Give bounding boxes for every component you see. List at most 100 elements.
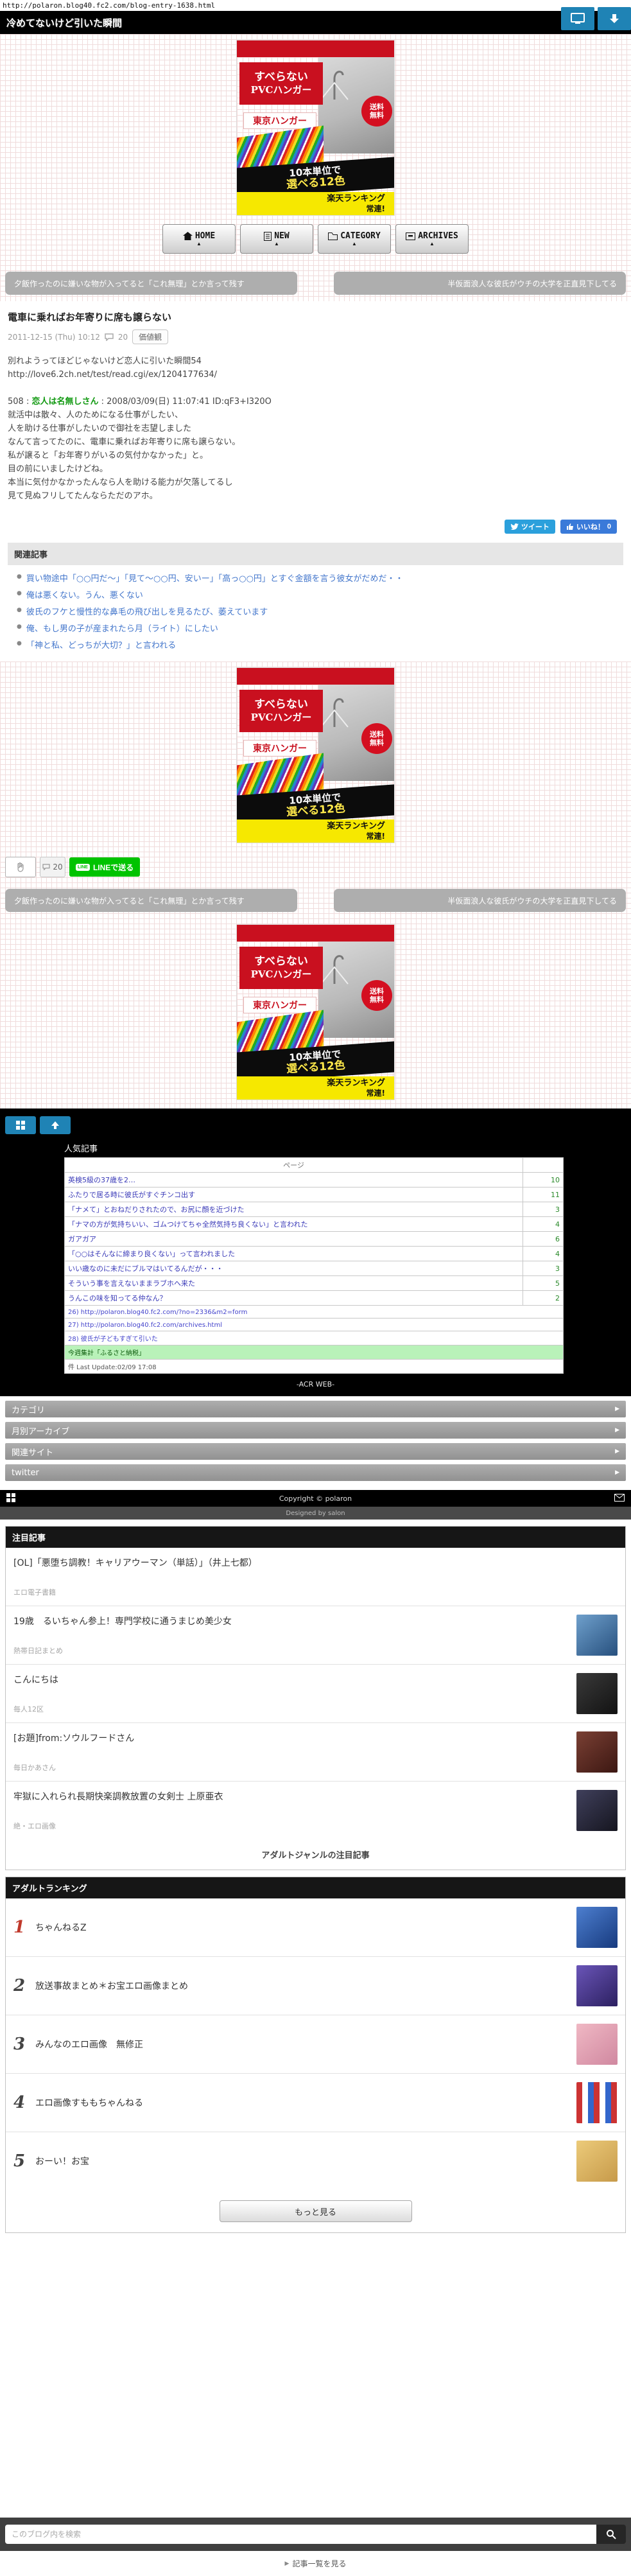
featured-item[interactable]: [お題]from:ソウルフードさん 毎日かあさん [6, 1723, 625, 1782]
related-link[interactable]: 彼氏のフケと慢性的な鼻毛の飛び出しを見るたび、萎えています [26, 605, 268, 617]
accordion-monthly-archive[interactable]: 月別アーカイブ ▶ [5, 1422, 626, 1439]
ranking-item[interactable]: 2 放送事故まとめ＊お宝エロ画像まとめ [6, 1957, 625, 2015]
blog-search-input[interactable] [5, 2525, 596, 2544]
popular-link[interactable]: 「○○はそんなに締まり良くない」って言われました [68, 1250, 235, 1258]
prev-entry-link[interactable]: 夕飯作ったのに嫌いな物が入ってると「これ無理」とか言って残す [5, 889, 297, 912]
popular-footer-row: 28) 彼氏が子どもすぎて引いた [64, 1331, 564, 1345]
page-top-button[interactable] [40, 1116, 71, 1134]
popular-link[interactable]: いい歳なのに未だにブルマはいてるんだが・・・ [68, 1265, 223, 1273]
ranking-thumbnail [576, 2024, 618, 2065]
related-link[interactable]: 「神と私、どっちが大切？」と言われる [26, 638, 176, 651]
popular-link[interactable]: 英検5級の37歳を2… [68, 1176, 135, 1184]
popular-footer-row: 27) http://polaron.blog40.fc2.com/archiv… [64, 1318, 564, 1331]
apps-button[interactable] [5, 1116, 36, 1134]
nav-category-button[interactable]: CATEGORY ▲ [318, 224, 391, 254]
popular-footer-link[interactable]: 26) http://polaron.blog40.fc2.com/?no=23… [68, 1309, 247, 1316]
nav-home-button[interactable]: HOME ▲ [162, 224, 236, 254]
grid-icon [16, 1121, 25, 1130]
nav-home-label: HOME [194, 231, 216, 241]
next-entry-link[interactable]: 半仮面浪人な彼氏がウチの大学を正直見下してる [334, 889, 626, 912]
entry-pager-top: 夕飯作ったのに嫌いな物が入ってると「これ無理」とか言って残す 半仮面浪人な彼氏が… [0, 265, 631, 301]
featured-title[interactable]: [OL]「悪堕ち調教！キャリアウーマン（単話）」（井上七都） [13, 1556, 257, 1569]
blog-search-button[interactable] [596, 2525, 626, 2544]
accordion-category[interactable]: カテゴリ ▶ [5, 1401, 626, 1417]
featured-source: エロ電子書籍 [13, 1588, 56, 1597]
acr-web-credit[interactable]: -ACR WEB- [0, 1380, 631, 1389]
ranking-title[interactable]: エロ画像すももちゃんねる [35, 2096, 569, 2109]
ranking-title[interactable]: ちゃんねるZ [35, 1921, 569, 1934]
nav-archives-button[interactable]: ARCHIVES ▲ [395, 224, 469, 254]
ranking-title[interactable]: みんなのエロ画像 無修正 [35, 2038, 569, 2051]
featured-title[interactable]: [お題]from:ソウルフードさん [13, 1731, 134, 1744]
download-button[interactable] [598, 7, 631, 30]
engagement-bar: 20 LINE LINEで送る [0, 852, 631, 882]
featured-title[interactable]: 19歳 るいちゃん参上！専門学校に通うまじめ美少女 [13, 1615, 232, 1627]
popular-row: 「ナメて」とおねだりされたので、お尻に顔を近づけた 3 [64, 1202, 564, 1217]
related-link[interactable]: 俺は悪くない。うん、悪くない [26, 588, 143, 600]
browser-url[interactable]: http://polaron.blog40.fc2.com/blog-entry… [0, 0, 631, 11]
clap-count-box[interactable]: 20 [40, 857, 65, 877]
ranking-more-button[interactable]: もっと見る [219, 2200, 412, 2222]
category-badge[interactable]: 価値観 [132, 329, 169, 344]
entry-title[interactable]: 電車に乗ればお年寄りに席も譲らない [8, 310, 623, 324]
comment-count[interactable]: 20 [118, 333, 128, 342]
popular-section: 人気記事 ページ 英検5級の37歳を2… 10 ふたりで居る時に彼氏がすぐチンコ出… [0, 1108, 631, 1396]
chevron-right-icon: ▶ [615, 1469, 619, 1476]
popular-link[interactable]: 「ナメて」とおねだりされたので、お尻に顔を近づけた [68, 1205, 245, 1214]
accordion-twitter[interactable]: twitter ▶ [5, 1464, 626, 1481]
adult-genre-featured-link[interactable]: アダルトジャンルの注目記事 [6, 1839, 625, 1870]
footer-quick-buttons [0, 1114, 631, 1139]
source-thread-url[interactable]: http://love6.2ch.net/test/read.cgi/ex/12… [8, 368, 623, 381]
ad-banner-hanger-2[interactable]: すべらない PVCハンガー 東京ハンガー 送料 無料 10本単位で 選べる12色… [237, 668, 394, 843]
accordion-related-sites[interactable]: 関連サイト ▶ [5, 1443, 626, 1460]
ranking-item[interactable]: 4 エロ画像すももちゃんねる [6, 2074, 625, 2132]
ad-free-shipping-badge: 送料 無料 [361, 723, 392, 754]
tweet-button[interactable]: ツイート [504, 520, 555, 534]
popular-link[interactable]: 「ナマの方が気持ちいい、ゴムつけてちゃ全然気持ち良くない」と言われた [68, 1220, 307, 1229]
prev-entry-link[interactable]: 夕飯作ったのに嫌いな物が入ってると「これ無理」とか言って残す [5, 272, 297, 295]
popular-link[interactable]: そういう事を言えないままラブホへ来た [68, 1279, 195, 1288]
ad-rakuten-line2: 常連! [366, 831, 385, 841]
rank-number: 5 [13, 2151, 26, 2171]
ad-rakuten-line1: 楽天ランキング [327, 1078, 385, 1088]
popular-link[interactable]: うんこの味を知ってる仲なん？ [68, 1294, 166, 1302]
ranking-title[interactable]: おーい！お宝 [35, 2155, 569, 2168]
twitter-bird-icon [510, 523, 519, 530]
pc-view-button[interactable] [561, 7, 594, 30]
ranking-title[interactable]: 放送事故まとめ＊お宝エロ画像まとめ [35, 1979, 569, 1992]
nav-new-button[interactable]: NEW ▲ [240, 224, 313, 254]
popular-row: ふたりで居る時に彼氏がすぐチンコ出す 11 [64, 1187, 564, 1202]
ad-banner-hanger-3[interactable]: すべらない PVCハンガー 東京ハンガー 送料 無料 10本単位で 選べる12色… [237, 925, 394, 1100]
ad-brand: 東京ハンガー [243, 740, 316, 757]
line-share-button[interactable]: LINE LINEで送る [69, 857, 141, 877]
popular-link[interactable]: ふたりで居る時に彼氏がすぐチンコ出す [68, 1191, 195, 1199]
popular-footer-link[interactable]: 27) http://polaron.blog40.fc2.com/archiv… [68, 1322, 222, 1329]
header-buttons [561, 7, 631, 30]
site-title[interactable]: 冷めてないけど引いた瞬間 [6, 16, 122, 30]
featured-item[interactable]: 牢獄に入れられ長期快楽調教放置の女剣士 上原亜衣 絶・エロ画像 [6, 1782, 625, 1839]
entry-list-link[interactable]: 記事一覧を見る [292, 2558, 346, 2569]
popular-link[interactable]: ガアガア [68, 1235, 96, 1243]
grid-icon[interactable] [6, 1493, 15, 1502]
related-link[interactable]: 俺、もし男の子が産まれたら月（ライト）にしたい [26, 622, 218, 634]
facebook-like-button[interactable]: いいね！ 0 [560, 520, 617, 534]
popular-promo-link[interactable]: 今週集計「ふるさと納税」 [68, 1350, 145, 1357]
ranking-item[interactable]: 5 おーい！お宝 [6, 2132, 625, 2190]
web-clap-button[interactable] [5, 857, 36, 877]
featured-title[interactable]: 牢獄に入れられ長期快楽調教放置の女剣士 上原亜衣 [13, 1790, 223, 1803]
ranking-item[interactable]: 3 みんなのエロ画像 無修正 [6, 2015, 625, 2074]
ranking-item[interactable]: 1 ちゃんねるZ [6, 1898, 625, 1957]
featured-item[interactable]: こんにちは 毎人12区 [6, 1665, 625, 1723]
featured-item[interactable]: [OL]「悪堕ち調教！キャリアウーマン（単話）」（井上七都） エロ電子書籍 [6, 1548, 625, 1606]
popular-row: そういう事を言えないままラブホへ来た 5 [64, 1275, 564, 1291]
featured-title[interactable]: こんにちは [13, 1673, 58, 1686]
mail-icon[interactable] [614, 1494, 625, 1502]
popular-count: 5 [523, 1275, 564, 1291]
related-link[interactable]: 買い物途中「○○円だ～」「見て～○○円、安いー」「高っ○○円」とすぐ金額を言う彼… [26, 572, 404, 584]
top-nav: HOME ▲ NEW ▲ CATEGORY ▲ ARCHIVES ▲ [0, 224, 631, 265]
next-entry-link[interactable]: 半仮面浪人な彼氏がウチの大学を正直見下してる [334, 272, 626, 295]
popular-footer-link[interactable]: 28) 彼氏が子どもすぎて引いた [68, 1336, 158, 1343]
featured-thumbnail [576, 1673, 618, 1714]
ad-banner-hanger-1[interactable]: すべらない PVCハンガー 東京ハンガー 送料 無料 10本単位で 選べる12色… [237, 40, 394, 215]
featured-item[interactable]: 19歳 るいちゃん参上！専門学校に通うまじめ美少女 熱帯日記まとめ [6, 1606, 625, 1665]
